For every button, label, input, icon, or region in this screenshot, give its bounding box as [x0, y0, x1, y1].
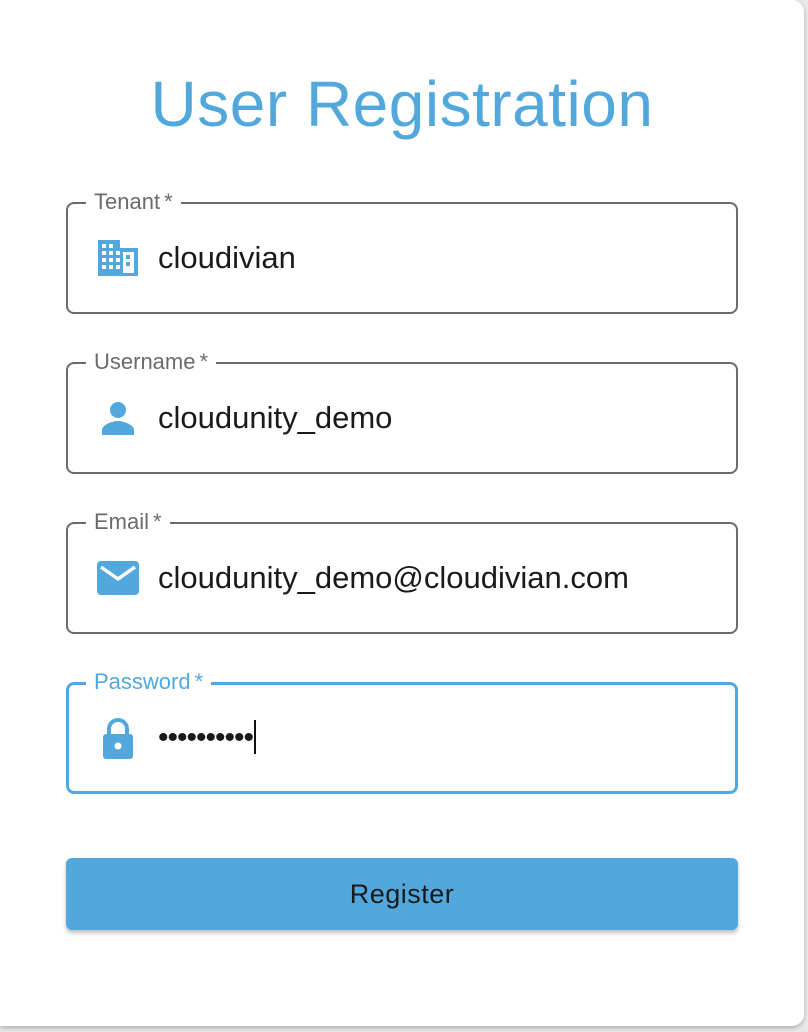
tenant-input[interactable]: cloudivian [158, 238, 718, 278]
password-masked-value: •••••••••• [158, 721, 254, 754]
tenant-label: Tenant * [86, 190, 181, 214]
building-icon [96, 238, 140, 278]
lock-icon [96, 718, 140, 759]
email-input[interactable]: cloudunity_demo@cloudivian.com [158, 558, 718, 598]
password-field[interactable]: Password * •••••••••• [66, 670, 738, 794]
mail-icon [96, 558, 140, 598]
registration-card: User Registration Tenant * cloudivian Us… [0, 0, 804, 1026]
username-field[interactable]: Username * cloudunity_demo [66, 350, 738, 474]
username-label: Username * [86, 350, 217, 374]
username-input[interactable]: cloudunity_demo [158, 398, 718, 438]
text-caret [254, 720, 257, 755]
person-icon [96, 398, 140, 438]
register-button[interactable]: Register [66, 858, 738, 930]
email-label: Email * [86, 510, 170, 534]
password-input[interactable]: •••••••••• [158, 718, 718, 758]
email-field[interactable]: Email * cloudunity_demo@cloudivian.com [66, 510, 738, 634]
password-label: Password * [86, 670, 212, 694]
tenant-field[interactable]: Tenant * cloudivian [66, 190, 738, 314]
page-title: User Registration [150, 68, 654, 140]
